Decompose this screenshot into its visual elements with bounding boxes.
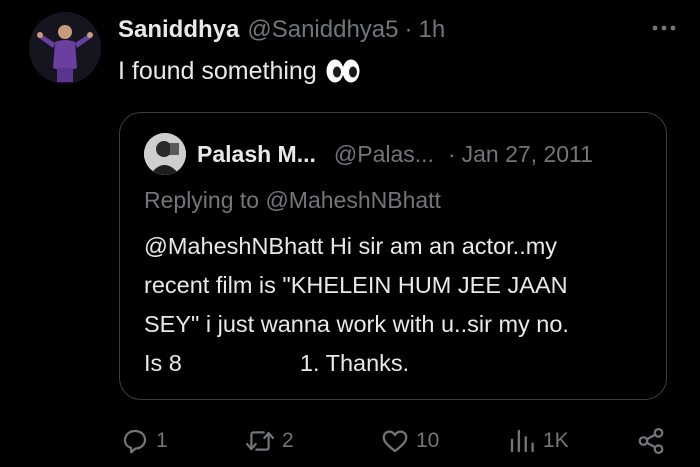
like-button[interactable]: 10: [380, 426, 439, 456]
avatar-image: [29, 12, 101, 84]
quoted-author-name[interactable]: Palash M...: [197, 141, 316, 168]
quoted-tweet-card[interactable]: Palash M... @Palas... · Jan 27, 2011 Rep…: [119, 112, 667, 400]
share-button[interactable]: [636, 426, 666, 456]
avatar[interactable]: [29, 12, 101, 84]
reply-count: 1: [156, 429, 168, 452]
eyes-icon: [325, 58, 361, 84]
replying-to-label: Replying to @MaheshNBhatt: [144, 187, 441, 213]
quoted-author-handle[interactable]: @Palas...: [334, 141, 434, 168]
quoted-avatar-image: [144, 133, 186, 175]
reply-icon: [123, 429, 147, 454]
quoted-text-fragment: Is 8: [144, 350, 182, 376]
retweet-icon: [245, 431, 275, 451]
retweet-button[interactable]: 2: [244, 426, 294, 456]
tweet-action-bar: 1 2 10 1K: [0, 422, 700, 462]
quoted-text-line: @MaheshNBhatt Hi sir am an actor..my: [144, 233, 558, 259]
views-button[interactable]: 1K: [507, 426, 569, 456]
quoted-tweet-date[interactable]: Jan 27, 2011: [462, 141, 593, 168]
quoted-text-line: recent film is "KHELEIN HUM JEE JAAN: [144, 272, 568, 298]
tweet-text-content: I found something: [118, 57, 317, 85]
quoted-text-fragment: 1. Thanks.: [299, 350, 410, 376]
retweet-count: 2: [282, 429, 294, 452]
tweet-text: I found something: [118, 54, 361, 88]
heart-icon: [382, 430, 408, 453]
reply-button[interactable]: 1: [120, 426, 168, 456]
more-options-icon[interactable]: [650, 20, 678, 36]
tweet-header: Saniddhya @Saniddhya5 · 1h: [118, 14, 445, 46]
redacted-block: [181, 350, 300, 379]
views-icon: [510, 429, 534, 453]
views-count: 1K: [543, 429, 569, 452]
quoted-text-line-last: Is 8 1. Thanks.: [144, 344, 654, 383]
tweet-time[interactable]: 1h: [419, 16, 446, 44]
like-count: 10: [416, 429, 440, 452]
quoted-tweet-header: Palash M... @Palas... · Jan 27, 2011: [197, 141, 593, 168]
share-icon: [638, 428, 664, 454]
quoted-text-line: SEY" i just wanna work with u..sir my no…: [144, 311, 569, 337]
quoted-avatar[interactable]: [144, 133, 186, 175]
author-handle[interactable]: @Saniddhya5: [247, 16, 398, 44]
author-name[interactable]: Saniddhya: [118, 16, 239, 44]
separator-dot: ·: [404, 16, 413, 43]
quoted-separator-dot: ·: [447, 141, 456, 167]
quoted-tweet-text: @MaheshNBhatt Hi sir am an actor..my rec…: [144, 227, 654, 383]
